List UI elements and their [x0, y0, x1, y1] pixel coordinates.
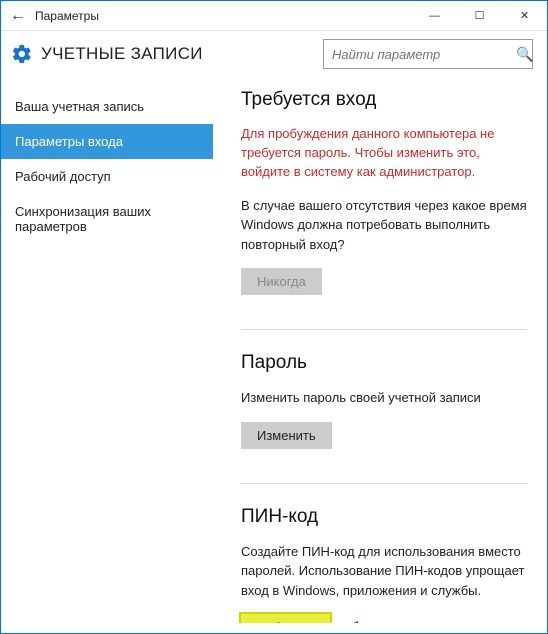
separator: [241, 329, 527, 330]
section-pin: ПИН-код Создайте ПИН-код для использован…: [241, 506, 527, 623]
password-description: Изменить пароль своей учетной записи: [241, 388, 527, 408]
section-require-signin: Требуется вход Для пробуждения данного к…: [241, 89, 527, 295]
sidebar-item-account[interactable]: Ваша учетная запись: [1, 89, 213, 124]
section-title-password: Пароль: [241, 352, 527, 374]
sidebar-item-sync[interactable]: Синхронизация ваших параметров: [1, 194, 213, 244]
close-button[interactable]: ✕: [502, 1, 547, 31]
signin-description: В случае вашего отсутствия через какое в…: [241, 196, 527, 255]
page-header: УЧЕТНЫЕ ЗАПИСИ 🔍: [1, 31, 547, 83]
titlebar: ← Параметры — ☐ ✕: [1, 1, 547, 31]
sidebar-item-work-access[interactable]: Рабочий доступ: [1, 159, 213, 194]
separator: [241, 483, 527, 484]
add-pin-button[interactable]: Добавить: [241, 614, 330, 623]
back-button[interactable]: ←: [1, 7, 35, 25]
maximize-button[interactable]: ☐: [457, 1, 502, 31]
sidebar-item-signin-options[interactable]: Параметры входа: [1, 124, 213, 159]
change-password-button[interactable]: Изменить: [241, 422, 332, 449]
minimize-button[interactable]: —: [412, 1, 457, 31]
annotation-arrow-icon: [342, 618, 416, 623]
section-password: Пароль Изменить пароль своей учетной зап…: [241, 352, 527, 449]
gear-icon: [11, 43, 33, 65]
pin-description: Создайте ПИН-код для использования вмест…: [241, 542, 527, 601]
sidebar: Ваша учетная запись Параметры входа Рабо…: [1, 83, 213, 623]
search-box[interactable]: 🔍: [323, 39, 533, 69]
search-icon: 🔍: [516, 46, 533, 63]
content-pane: Требуется вход Для пробуждения данного к…: [213, 83, 547, 623]
section-title-pin: ПИН-код: [241, 506, 527, 528]
require-signin-dropdown: Никогда: [241, 268, 322, 295]
search-input[interactable]: [332, 47, 510, 62]
window-title: Параметры: [35, 9, 99, 23]
section-title-require-signin: Требуется вход: [241, 89, 527, 111]
warning-text: Для пробуждения данного компьютера не тр…: [241, 125, 527, 182]
page-title: УЧЕТНЫЕ ЗАПИСИ: [41, 44, 203, 64]
